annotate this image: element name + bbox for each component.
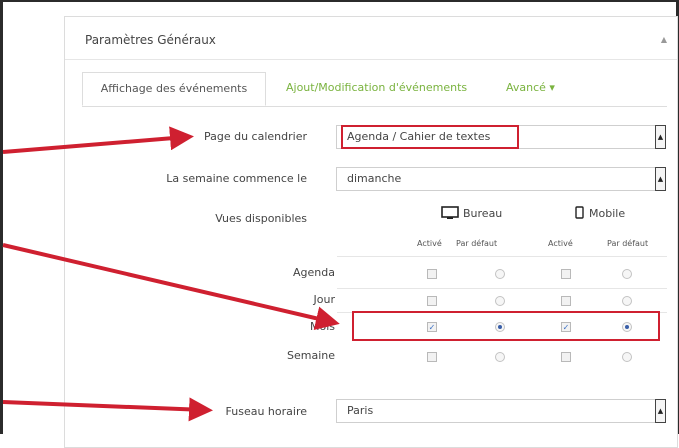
annotation-arrows — [2, 126, 340, 422]
arrow-to-timezone — [2, 397, 213, 422]
arrow-to-mois-row — [2, 243, 340, 331]
arrow-to-calendar-page — [2, 126, 194, 154]
